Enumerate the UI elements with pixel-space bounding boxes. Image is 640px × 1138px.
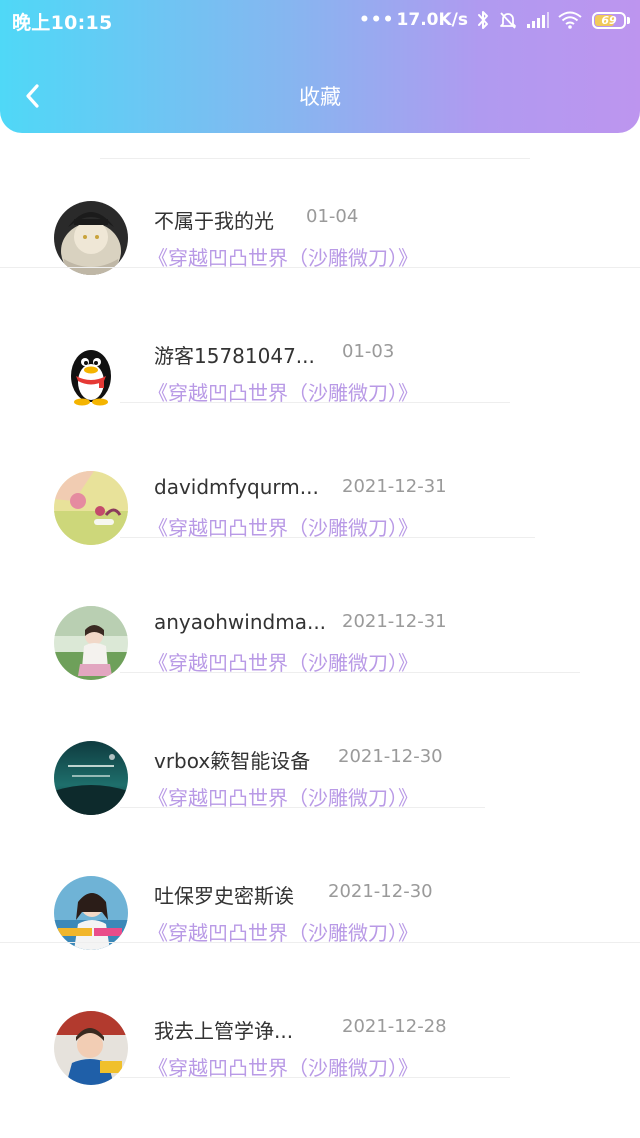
favorite-item[interactable]: 不属于我的光 01-04 《穿越凹凸世界（沙雕微刀）》: [0, 133, 640, 275]
mute-bell-icon: [498, 10, 518, 30]
favorite-item[interactable]: 吐保罗史密斯诶 2021-12-30 《穿越凹凸世界（沙雕微刀）》: [0, 808, 640, 950]
avatar[interactable]: [54, 741, 128, 815]
item-divider: [120, 1077, 510, 1078]
favorite-item[interactable]: vrbox簌智能设备 2021-12-30 《穿越凹凸世界（沙雕微刀）》: [0, 673, 640, 815]
avatar[interactable]: [54, 606, 128, 680]
battery-tip: [627, 16, 630, 24]
user-name: 不属于我的光: [154, 209, 274, 233]
user-name: anyaohwindma...: [154, 610, 327, 634]
favorite-date: 01-03: [342, 341, 395, 362]
user-name: 吐保罗史密斯诶: [154, 884, 294, 908]
favorite-date: 2021-12-30: [338, 746, 443, 767]
status-bar: 晚上10:15 ••• 17.0K/s 69: [0, 0, 640, 40]
user-name: 游客15781047...: [154, 344, 315, 368]
avatar[interactable]: [54, 876, 128, 950]
user-name: davidmfyqurm...: [154, 475, 319, 499]
battery-level: 69: [601, 13, 617, 27]
more-dots-icon: •••: [358, 10, 395, 30]
user-name: vrbox簌智能设备: [154, 749, 311, 773]
wifi-icon: [558, 11, 582, 29]
header-bar: 晚上10:15 ••• 17.0K/s 69 收藏: [0, 0, 640, 133]
avatar[interactable]: [54, 471, 128, 545]
signal-icon: [526, 11, 550, 29]
page-title: 收藏: [299, 85, 341, 109]
favorite-item[interactable]: davidmfyqurm... 2021-12-31 《穿越凹凸世界（沙雕微刀）…: [0, 403, 640, 545]
network-speed: ••• 17.0K/s: [359, 10, 468, 30]
network-speed-value: 17.0K/s: [396, 10, 468, 30]
avatar[interactable]: [54, 1011, 128, 1085]
status-time: 晚上10:15: [12, 12, 113, 34]
favorite-date: 2021-12-28: [342, 1016, 447, 1037]
favorite-date: 2021-12-30: [328, 881, 433, 902]
favorite-item[interactable]: 游客15781047... 01-03 《穿越凹凸世界（沙雕微刀）》: [0, 268, 640, 410]
battery-icon: 69: [592, 11, 626, 29]
avatar[interactable]: [54, 201, 128, 275]
favorite-item[interactable]: 我去上管学诤... 2021-12-28 《穿越凹凸世界（沙雕微刀）》: [0, 943, 640, 1085]
favorite-date: 2021-12-31: [342, 611, 447, 632]
bluetooth-icon: [476, 10, 490, 30]
avatar[interactable]: [54, 336, 128, 410]
favorite-date: 2021-12-31: [342, 476, 447, 497]
user-name: 我去上管学诤...: [154, 1019, 294, 1043]
favorites-list: 不属于我的光 01-04 《穿越凹凸世界（沙雕微刀）》 游客15781047..…: [0, 133, 640, 1085]
status-indicators: ••• 17.0K/s 69: [359, 7, 630, 33]
favorite-date: 01-04: [306, 206, 359, 227]
favorite-item[interactable]: anyaohwindma... 2021-12-31 《穿越凹凸世界（沙雕微刀）…: [0, 538, 640, 680]
